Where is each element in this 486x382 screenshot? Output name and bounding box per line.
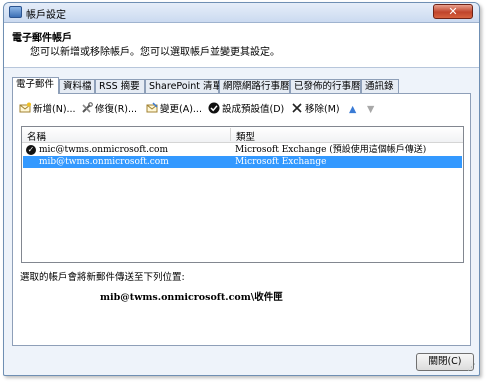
move-down-button[interactable]: ▼ xyxy=(367,102,374,118)
section-title: 電子郵件帳戶 xyxy=(12,33,72,44)
email-tab-panel: 新增(N)... 修復(R)... 變更(A)... 設成預設值(D) 移除(M… xyxy=(12,93,471,346)
account-list: 名稱 類型 ✓ mic@twms.onmicrosoft.com Microso… xyxy=(21,126,464,263)
remove-x-icon xyxy=(292,103,302,113)
close-button[interactable]: 關閉(C) xyxy=(416,353,474,371)
arrow-down-icon: ▼ xyxy=(367,104,375,115)
section-subtitle: 您可以新增或移除帳戶。您可以選取帳戶並變更其設定。 xyxy=(30,47,280,58)
tab-email[interactable]: 電子郵件 xyxy=(12,77,59,94)
set-default-button[interactable]: 設成預設值(D) xyxy=(208,102,284,118)
app-icon xyxy=(9,6,22,18)
account-type: Microsoft Exchange xyxy=(235,157,327,167)
column-divider[interactable] xyxy=(230,128,231,141)
account-type: Microsoft Exchange (預設使用這個帳戶傳送) xyxy=(235,145,427,155)
column-header-name[interactable]: 名稱 xyxy=(27,129,46,143)
account-name: mib@twms.onmicrosoft.com xyxy=(39,157,169,167)
tab-published-calendars[interactable]: 已發佈的行事曆 xyxy=(290,79,361,93)
delivery-location: mib@twms.onmicrosoft.com\收件匣 xyxy=(100,292,283,303)
tab-rss-feeds[interactable]: RSS 摘要 xyxy=(95,79,145,93)
tab-internet-calendars[interactable]: 網際網路行事曆 xyxy=(219,79,290,93)
tab-address-books[interactable]: 通訊錄 xyxy=(361,79,399,93)
account-settings-window: 帳戶設定 ✕ 電子郵件帳戶 您可以新增或移除帳戶。您可以選取帳戶並變更其設定。 … xyxy=(3,2,480,376)
header-band: 電子郵件帳戶 您可以新增或移除帳戶。您可以選取帳戶並變更其設定。 xyxy=(4,23,479,68)
account-row-default[interactable]: ✓ mic@twms.onmicrosoft.com Microsoft Exc… xyxy=(23,144,462,156)
change-account-icon xyxy=(146,102,158,113)
repair-tools-icon xyxy=(82,102,93,113)
account-name: mic@twms.onmicrosoft.com xyxy=(39,145,169,155)
tab-data-files[interactable]: 資料檔 xyxy=(59,79,95,93)
move-up-button[interactable]: ▲ xyxy=(349,102,356,118)
change-button[interactable]: 變更(A)... xyxy=(146,102,202,118)
window-close-button[interactable]: ✕ xyxy=(433,4,473,19)
title-bar[interactable]: 帳戶設定 ✕ xyxy=(4,3,479,23)
checkmark-circle-icon xyxy=(208,102,220,114)
account-row-selected[interactable]: mib@twms.onmicrosoft.com Microsoft Excha… xyxy=(23,156,462,168)
tab-sharepoint-lists[interactable]: SharePoint 清單 xyxy=(145,79,222,93)
window-title: 帳戶設定 xyxy=(26,10,66,21)
close-icon: ✕ xyxy=(448,5,458,18)
delivery-label: 選取的帳戶會將新郵件傳送至下列位置: xyxy=(20,272,185,283)
resize-grip-icon[interactable]: ⋰ xyxy=(467,363,477,373)
column-header-type[interactable]: 類型 xyxy=(236,129,255,143)
remove-button[interactable]: 移除(M) xyxy=(291,102,340,118)
new-button[interactable]: 新增(N)... xyxy=(19,102,76,118)
list-header: 名稱 類型 xyxy=(22,127,463,143)
repair-button[interactable]: 修復(R)... xyxy=(81,102,137,118)
new-mail-icon xyxy=(19,102,31,113)
default-account-check-icon: ✓ xyxy=(26,145,36,155)
arrow-up-icon: ▲ xyxy=(349,104,357,115)
